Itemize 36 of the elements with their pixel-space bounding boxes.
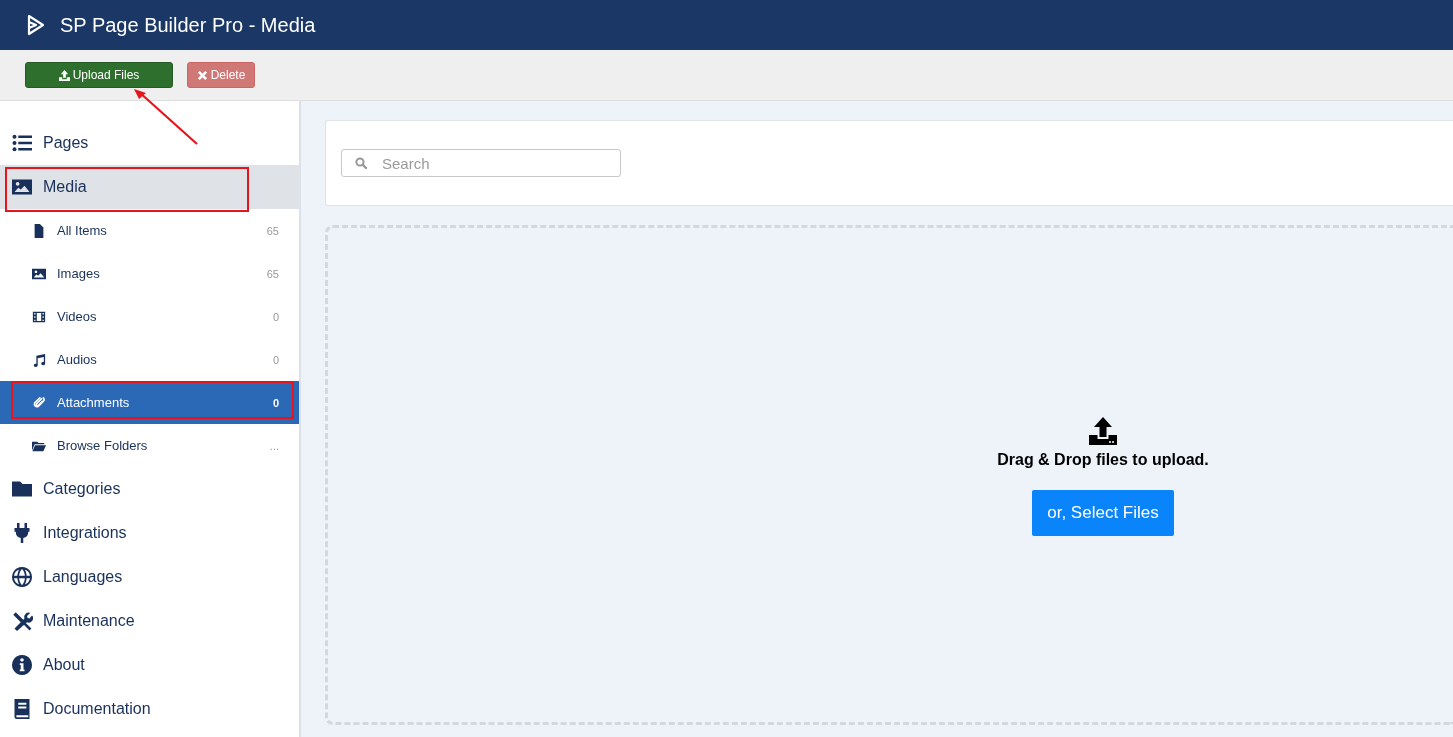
app-title: SP Page Builder Pro - Media [60, 13, 316, 37]
info-icon [11, 655, 33, 675]
sidebar-item[interactable]: About [0, 643, 299, 687]
sidebar-item[interactable]: Audios 0 [0, 338, 299, 381]
tools-icon [11, 611, 33, 631]
paperclip-icon [32, 395, 46, 410]
sidebar-item[interactable]: Browse Folders ... [0, 424, 299, 467]
dropzone-message: Drag & Drop files to upload. [997, 450, 1209, 469]
music-note-icon [32, 352, 46, 367]
annotation-arrow [133, 88, 199, 146]
sidebar-item[interactable]: Documentation [0, 687, 299, 731]
folder-icon [11, 479, 33, 499]
search-field[interactable]: Search [341, 149, 621, 177]
sidebar-item[interactable]: Maintenance [0, 599, 299, 643]
sidebar-item[interactable]: Images 65 [0, 252, 299, 295]
sidebar-item[interactable]: Categories [0, 467, 299, 511]
list-icon [11, 133, 33, 153]
select-files-button[interactable]: or, Select Files [1032, 489, 1174, 536]
sidebar-item[interactable]: All Items 65 [0, 209, 299, 252]
sidebar-item[interactable]: Pages [0, 121, 299, 165]
upload-icon [58, 69, 70, 81]
sidebar-item[interactable]: Videos 0 [0, 295, 299, 338]
image-icon [32, 266, 46, 281]
logo-icon [26, 14, 46, 36]
sidebar-item[interactable]: Integrations [0, 511, 299, 555]
film-icon [32, 309, 46, 324]
sidebar-item[interactable]: Media [0, 165, 299, 209]
close-icon [196, 69, 208, 81]
file-icon [32, 223, 46, 238]
upload-files-button[interactable]: Upload Files [25, 62, 173, 88]
search-icon [355, 157, 367, 169]
globe-icon [11, 567, 33, 587]
image-icon [11, 177, 33, 197]
sidebar-item[interactable]: Attachments 0 [0, 381, 299, 424]
dropzone[interactable]: Drag & Drop files to upload. or, Select Files [325, 225, 1453, 725]
sidebar-item[interactable]: Languages [0, 555, 299, 599]
